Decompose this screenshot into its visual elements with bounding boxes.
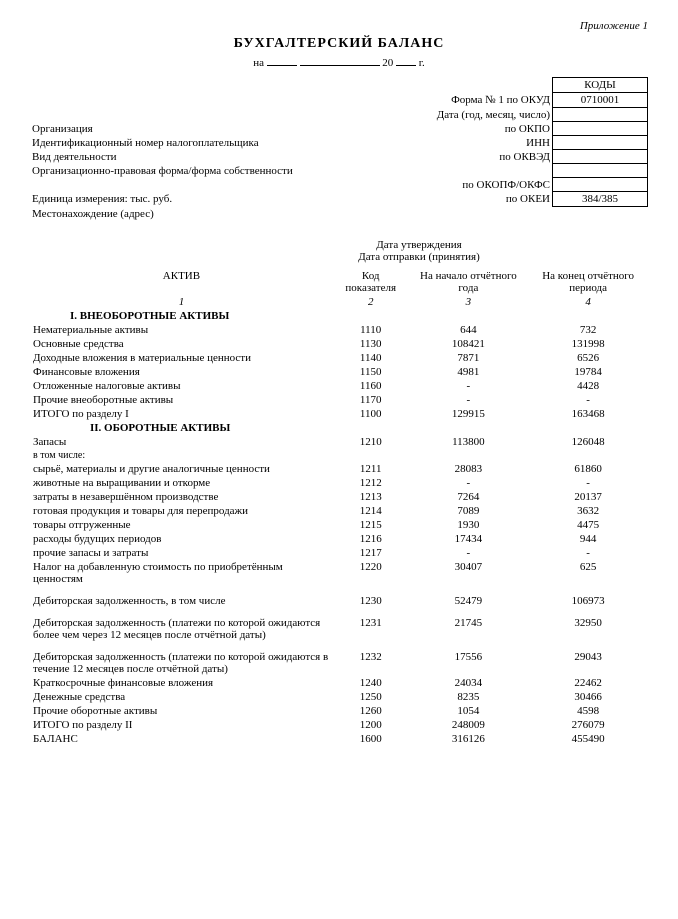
date-year-suffix: г. [419, 57, 425, 69]
header-code [553, 178, 648, 192]
header-code [553, 108, 648, 122]
header-left [30, 108, 376, 122]
header-left: Местонахождение (адрес) [30, 207, 648, 222]
header-right: по ОКЕИ [376, 192, 553, 207]
table-row: Дебиторская задолженность (платежи по ко… [30, 616, 648, 642]
header-left [30, 178, 376, 192]
header-row: Организационно-правовая форма/форма собс… [30, 164, 648, 178]
header-row: Местонахождение (адрес) [30, 207, 648, 222]
section2-title: II. ОБОРОТНЫЕ АКТИВЫ [30, 421, 333, 435]
subsection-label: в том числе: [30, 449, 333, 462]
header-left: Организационно-правовая форма/форма собс… [30, 164, 553, 178]
header-right: Форма № 1 по ОКУД [376, 93, 553, 108]
table-row: Отложенные налоговые активы1160-4428 [30, 379, 648, 393]
header-row: Вид деятельности по ОКВЭД [30, 150, 648, 164]
balance-table: АКТИВ Код показателя На начало отчётного… [30, 269, 648, 746]
table-row: Нематериальные активы1110644732 [30, 323, 648, 337]
codes-header: КОДЫ [553, 78, 648, 93]
header-code: 0710001 [553, 93, 648, 108]
header-left [30, 93, 376, 108]
date-line: на 20 г. [30, 54, 648, 69]
table-row: ИТОГО по разделу II1200248009276079 [30, 718, 648, 732]
colnum-4: 4 [528, 295, 648, 309]
header-right: по ОКОПФ/ОКФС [376, 178, 553, 192]
date-day-blank [267, 54, 297, 66]
table-row: Прочие оборотные активы126010544598 [30, 704, 648, 718]
date-prefix: на [253, 57, 264, 69]
colnum-1: 1 [30, 295, 333, 309]
table-row: ИТОГО по разделу I1100129915163468 [30, 407, 648, 421]
header-right: по ОКПО [376, 122, 553, 136]
header-row: Форма № 1 по ОКУД 0710001 [30, 93, 648, 108]
table-row: Дебиторская задолженность (платежи по ко… [30, 650, 648, 676]
header-code [553, 122, 648, 136]
header-left: Единица измерения: тыс. руб. [30, 192, 376, 207]
table-row: расходы будущих периодов121617434944 [30, 532, 648, 546]
section1-title: I. ВНЕОБОРОТНЫЕ АКТИВЫ [30, 309, 648, 323]
header-row: Единица измерения: тыс. руб. по ОКЕИ 384… [30, 192, 648, 207]
col-4-header: На конец отчётного периода [528, 269, 648, 295]
colnum-2: 2 [333, 295, 409, 309]
date-year-prefix: 20 [382, 57, 393, 69]
date-year-blank [396, 54, 416, 66]
table-row: животные на выращивании и откорме1212-- [30, 476, 648, 490]
col-1-header: АКТИВ [30, 269, 333, 295]
header-right: по ОКВЭД [376, 150, 553, 164]
header-left: Идентификационный номер налогоплательщик… [30, 136, 376, 150]
header-code [553, 136, 648, 150]
header-row: Идентификационный номер налогоплательщик… [30, 136, 648, 150]
header-table: КОДЫ Форма № 1 по ОКУД 0710001 Дата (год… [30, 77, 648, 221]
table-row: Краткосрочные финансовые вложения1240240… [30, 676, 648, 690]
table-row: Доходные вложения в материальные ценност… [30, 351, 648, 365]
table-row: затраты в незавершённом производстве1213… [30, 490, 648, 504]
table-row: Налог на добавленную стоимость по приобр… [30, 560, 648, 586]
header-right: Дата (год, месяц, число) [376, 108, 553, 122]
annex-label: Приложение 1 [30, 20, 648, 32]
date-month-blank [300, 54, 380, 66]
table-row: Дебиторская задолженность, в том числе12… [30, 594, 648, 608]
header-row: Дата (год, месяц, число) [30, 108, 648, 122]
approval-line2: Дата отправки (принятия) [190, 251, 648, 263]
table-row: прочие запасы и затраты1217-- [30, 546, 648, 560]
table-row: Денежные средства1250823530466 [30, 690, 648, 704]
table-row: БАЛАНС1600316126455490 [30, 732, 648, 746]
header-right: ИНН [376, 136, 553, 150]
table-row: товары отгруженные121519304475 [30, 518, 648, 532]
approval-line1: Дата утверждения [190, 239, 648, 251]
table-row: готовая продукция и товары для перепрода… [30, 504, 648, 518]
colnum-3: 3 [409, 295, 529, 309]
table-row: Прочие внеоборотные активы1170-- [30, 393, 648, 407]
header-code: 384/385 [553, 192, 648, 207]
table-row: Запасы1210113800126048 [30, 435, 648, 449]
header-left: Вид деятельности [30, 150, 376, 164]
header-row: Организация по ОКПО [30, 122, 648, 136]
table-row: Основные средства1130108421131998 [30, 337, 648, 351]
table-row: сырьё, материалы и другие аналогичные це… [30, 462, 648, 476]
header-code [553, 164, 648, 178]
col-3-header: На начало отчётного года [409, 269, 529, 295]
header-row: по ОКОПФ/ОКФС [30, 178, 648, 192]
table-row: Финансовые вложения1150498119784 [30, 365, 648, 379]
header-left: Организация [30, 122, 376, 136]
col-2-header: Код показателя [333, 269, 409, 295]
header-code [553, 150, 648, 164]
doc-title: БУХГАЛТЕРСКИЙ БАЛАНС [30, 36, 648, 52]
